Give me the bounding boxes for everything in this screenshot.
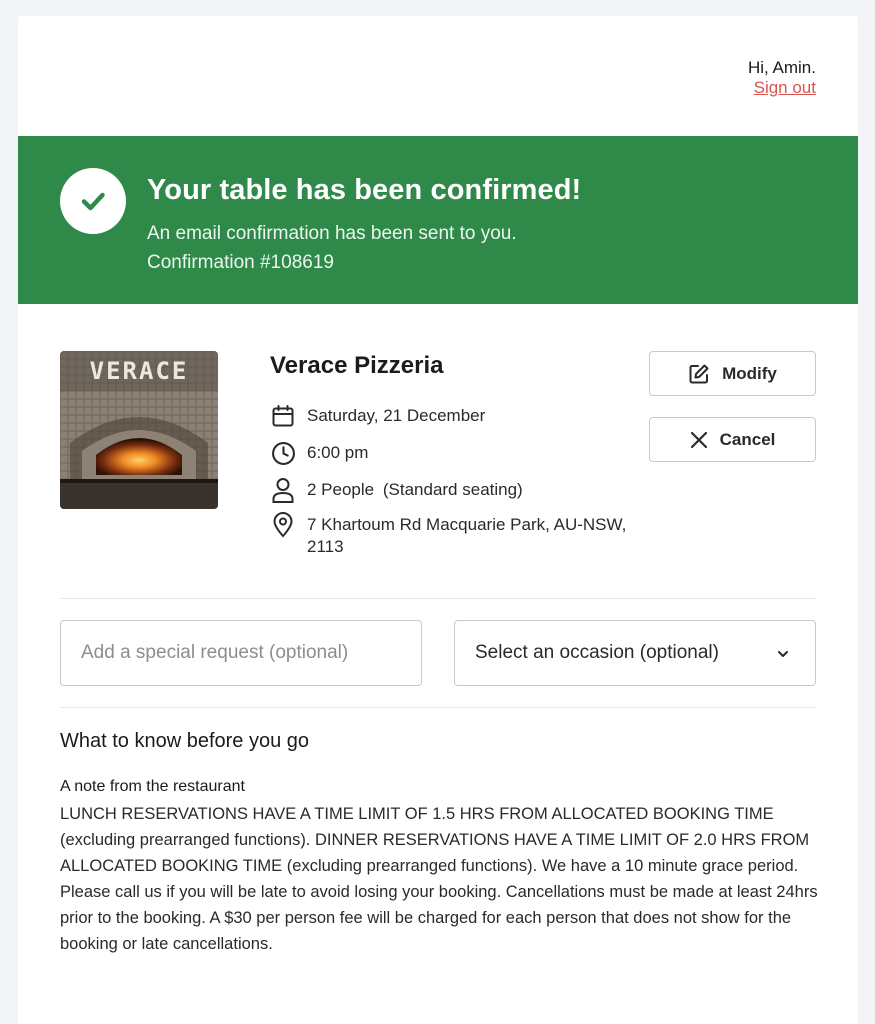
modify-button[interactable]: Modify [649, 351, 816, 396]
know-before-title: What to know before you go [60, 730, 310, 752]
restaurant-address: 7 Khartoum Rd Macquarie Park, AU-NSW, 21… [270, 512, 652, 558]
chevron-down-icon [777, 642, 789, 664]
close-icon [690, 431, 708, 449]
section-divider [60, 598, 816, 599]
time-text: 6:00 pm [307, 443, 369, 462]
restaurant-note-title: A note from the restaurant [60, 778, 245, 795]
confirmation-banner: Your table has been confirmed! An email … [18, 136, 858, 304]
cancel-button[interactable]: Cancel [649, 417, 816, 462]
reservation-time: 6:00 pm [270, 440, 368, 466]
seating-text: (Standard seating) [382, 480, 523, 499]
restaurant-photo: VERACE [60, 351, 218, 509]
occasion-select[interactable]: Select an occasion (optional) [454, 620, 816, 686]
modify-label: Modify [722, 363, 777, 383]
restaurant-note-body: LUNCH RESERVATIONS HAVE A TIME LIMIT OF … [60, 805, 818, 953]
person-icon [270, 477, 296, 503]
photo-sign-text: VERACE [90, 357, 189, 385]
reservation-date: Saturday, 21 December [270, 403, 485, 429]
confirmation-card: Hi, Amin. Sign out Your table has been c… [18, 16, 858, 1024]
section-divider [60, 707, 816, 708]
top-bar: Hi, Amin. Sign out [18, 16, 858, 136]
date-text: Saturday, 21 December [307, 406, 486, 425]
location-pin-icon [270, 512, 296, 538]
greeting-text: Hi, Amin. [747, 58, 816, 77]
user-greeting: Hi, Amin. Sign out [748, 58, 816, 98]
address-text: 7 Khartoum Rd Macquarie Park, AU-NSW, 21… [307, 515, 627, 556]
cancel-label: Cancel [719, 429, 776, 449]
party-size: 2 People (Standard seating) [270, 477, 523, 503]
restaurant-name: Verace Pizzeria [270, 352, 444, 379]
edit-icon [688, 363, 710, 385]
restaurant-details: VERACE Verace Pizzeria Saturday, 21 Dece… [18, 304, 858, 604]
sign-out-link[interactable]: Sign out [748, 78, 816, 98]
banner-subtitle: An email confirmation has been sent to y… [147, 219, 517, 277]
calendar-icon [270, 403, 296, 429]
occasion-value: Select an occasion (optional) [475, 642, 719, 663]
confirmation-number: Confirmation #108619 [147, 252, 334, 273]
clock-icon [270, 440, 296, 466]
banner-title: Your table has been confirmed! [147, 174, 582, 206]
checkmark-icon [60, 168, 126, 234]
special-request-input[interactable]: Add a special request (optional) [60, 620, 422, 686]
party-text: 2 People [307, 480, 375, 499]
email-note: An email confirmation has been sent to y… [147, 223, 517, 244]
